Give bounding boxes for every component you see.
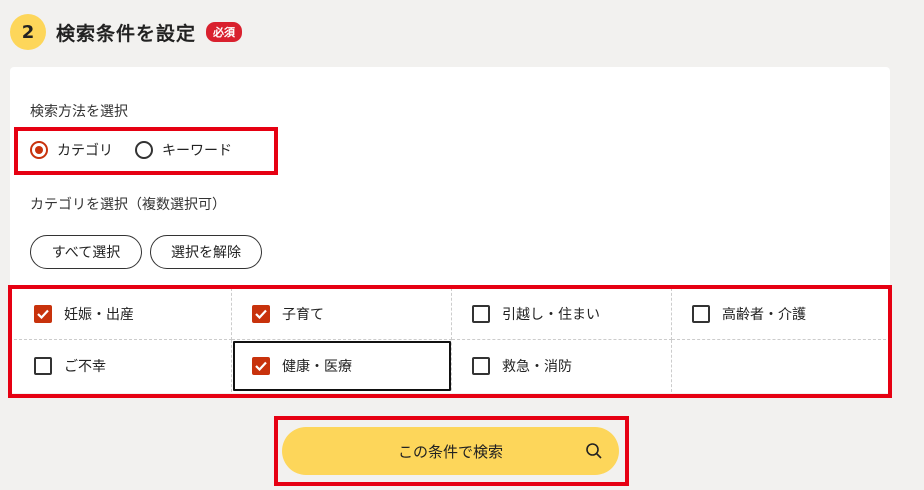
select-all-button[interactable]: すべて選択 <box>30 235 142 269</box>
step-number: 2 <box>10 14 46 50</box>
step-header: 2 検索条件を設定 必須 <box>10 14 243 50</box>
highlight-box-category-grid <box>8 285 892 398</box>
step-title: 検索条件を設定 <box>56 22 197 45</box>
search-button-label: この条件で検索 <box>397 442 503 461</box>
search-method-label: 検索方法を選択 <box>30 104 128 120</box>
search-button[interactable]: この条件で検索 <box>282 427 619 475</box>
clear-selection-button[interactable]: 選択を解除 <box>150 235 262 269</box>
search-icon <box>586 443 602 459</box>
category-select-label: カテゴリを選択（複数選択可） <box>30 197 226 213</box>
required-badge: 必須 <box>206 22 243 42</box>
highlight-box-search-method <box>14 127 278 175</box>
